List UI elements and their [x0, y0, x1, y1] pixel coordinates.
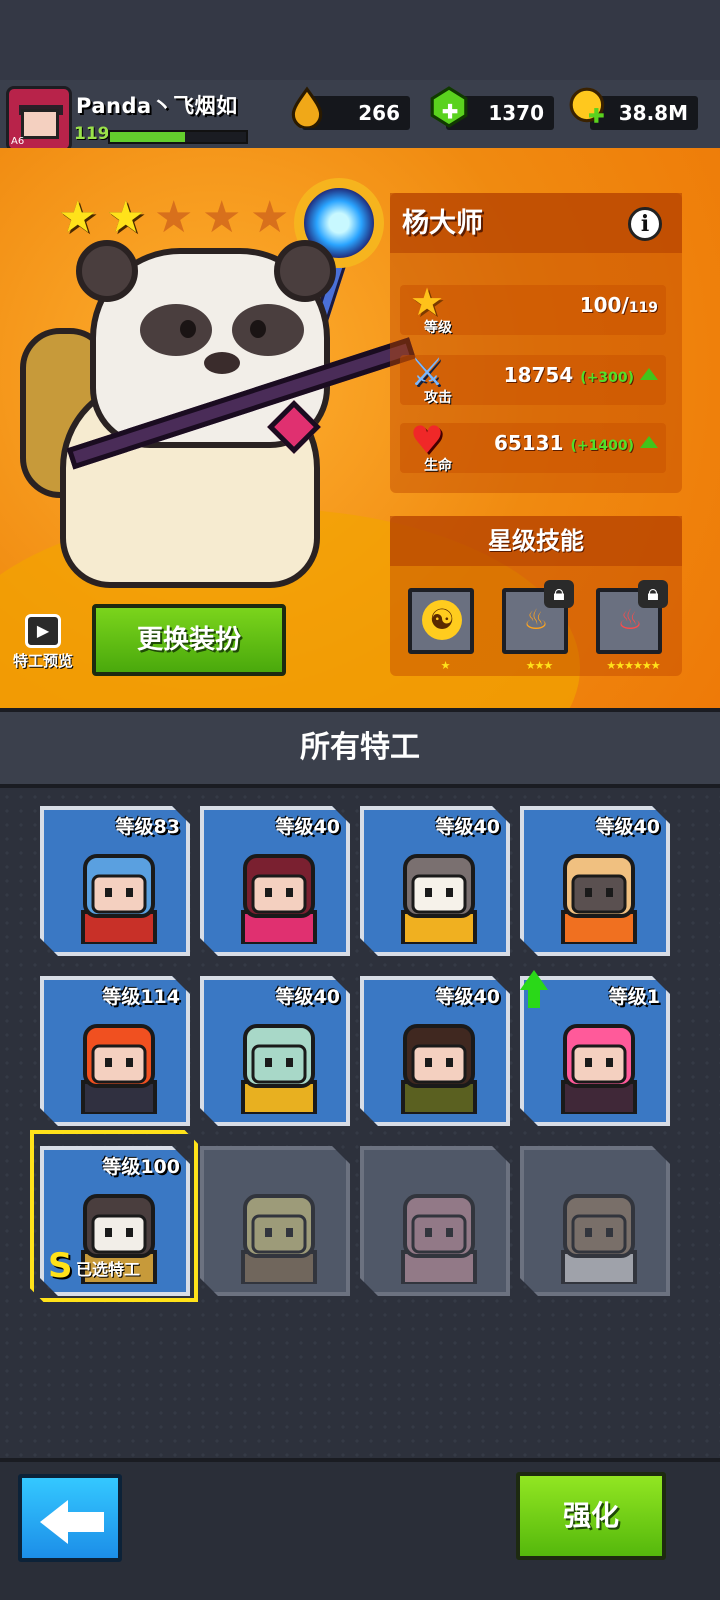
- avatar-badge: A6: [11, 136, 25, 147]
- soldier-agent-portrait: [389, 1018, 489, 1116]
- agent-level-label: 等级40: [275, 816, 340, 838]
- star-empty-icon: ★: [250, 192, 290, 243]
- agent-card[interactable]: 等级40: [360, 976, 510, 1126]
- agent-level-label: 等级114: [102, 986, 180, 1008]
- bottom-bar: 强化: [0, 1458, 720, 1600]
- sandy-agent-portrait: [549, 1188, 649, 1286]
- agent-level-label: 等级83: [115, 816, 180, 838]
- star-skills-title: 星级技能: [390, 516, 682, 566]
- skill-3-stars: ★★★★★★: [606, 659, 660, 672]
- skill-slot-1[interactable]: ☯ ★: [408, 588, 474, 672]
- stat-level: ★ 等级 100/119: [400, 280, 666, 336]
- green-gem-icon[interactable]: [428, 86, 470, 128]
- player-level: 119: [74, 124, 110, 144]
- agent-preview-button[interactable]: ▶ 特工预览: [4, 614, 82, 674]
- hp-bonus: (+1400): [570, 438, 635, 454]
- gem-value: 1370: [488, 101, 544, 125]
- robot-agent-portrait: [549, 848, 649, 946]
- cat-agent-portrait: [389, 848, 489, 946]
- skill-1-stars: ★: [440, 659, 451, 672]
- spongebob-agent-portrait: [229, 1188, 329, 1286]
- hero-info-panel: 杨大师 i ★ 等级 100/119 ⚔ 攻击 18754 (+300) ♥ 生…: [390, 193, 682, 493]
- star-empty-icon: ★: [202, 192, 242, 243]
- strengthen-button[interactable]: 强化: [516, 1472, 666, 1560]
- xp-fill: [110, 132, 185, 142]
- pink-hair-agent-portrait: [549, 1018, 649, 1116]
- hp-label: 生命: [424, 458, 452, 474]
- agent-preview-label: 特工预览: [12, 652, 73, 670]
- back-button[interactable]: [18, 1474, 122, 1562]
- upgrade-arrow-stem: [528, 988, 540, 1008]
- info-icon[interactable]: i: [628, 207, 662, 241]
- change-outfit-button[interactable]: 更换装扮: [92, 604, 286, 676]
- agent-level-label: 等级40: [275, 986, 340, 1008]
- stat-hp: ♥ 生命 65131 (+1400): [400, 418, 666, 474]
- agent-card[interactable]: 等级40: [520, 806, 670, 956]
- agent-card[interactable]: [520, 1146, 670, 1296]
- agent-level-label: 等级40: [595, 816, 660, 838]
- energy-drop-icon: [291, 86, 323, 128]
- energy-value: 266: [358, 101, 400, 125]
- patrick-agent-portrait: [389, 1188, 489, 1286]
- agent-level-label: 等级40: [435, 816, 500, 838]
- back-arrow-stem: [66, 1512, 104, 1532]
- agent-card[interactable]: 等级114: [40, 976, 190, 1126]
- star-empty-icon: ★: [154, 192, 194, 243]
- level-value: 100/: [579, 293, 629, 317]
- tv-play-icon: ▶: [25, 614, 61, 648]
- attack-bonus: (+300): [580, 370, 634, 386]
- goggles-agent-portrait: [69, 848, 169, 946]
- hp-up-arrow-icon: [640, 436, 658, 448]
- agent-card[interactable]: 等级83: [40, 806, 190, 956]
- lock-icon: 🔒︎: [544, 580, 574, 608]
- player-avatar[interactable]: A6: [6, 86, 72, 152]
- stat-attack: ⚔ 攻击 18754 (+300): [400, 350, 666, 406]
- hero-name: 杨大师: [402, 208, 483, 239]
- agent-card[interactable]: 等级40: [360, 806, 510, 956]
- agent-card[interactable]: [360, 1146, 510, 1296]
- upgrade-available-icon: [520, 970, 548, 990]
- agent-card[interactable]: [200, 1146, 350, 1296]
- skill-slot-2[interactable]: ♨ 🔒︎ ★★★: [502, 580, 574, 672]
- star-filled-icon: ★: [106, 192, 146, 243]
- xp-bar: [108, 130, 248, 144]
- agent-card[interactable]: 等级40: [200, 976, 350, 1126]
- section-title: 所有特工: [0, 708, 720, 788]
- agent-card[interactable]: 等级40: [200, 806, 350, 956]
- status-bar-area: [0, 0, 720, 80]
- yin-yang-icon: ☯: [422, 600, 462, 640]
- gold-value: 38.8M: [618, 101, 688, 125]
- back-arrow-icon: [40, 1500, 68, 1544]
- star-skills-panel: 星级技能 ☯ ★ ♨ 🔒︎ ★★★ ♨ 🔒︎ ★★★★★★: [390, 516, 682, 676]
- agent-screen: A6 Panda丶飞烟如 119 266 1370 38.8M ★★★★★★: [0, 0, 720, 1600]
- skill-2-stars: ★★★: [525, 659, 554, 672]
- hero-panel: ★★★★★★ 杨大师 i ★ 等级 100/119 ⚔: [0, 148, 720, 708]
- pink-ninja-agent-portrait: [229, 848, 329, 946]
- gold-coin-icon[interactable]: [568, 86, 610, 128]
- attack-up-arrow-icon: [640, 368, 658, 380]
- squidward-agent-portrait: [229, 1018, 329, 1116]
- attack-label: 攻击: [424, 390, 452, 406]
- agent-level-label: 等级40: [435, 986, 500, 1008]
- redhead-agent-portrait: [69, 1018, 169, 1116]
- level-max: 119: [628, 300, 658, 316]
- attack-value: 18754: [503, 363, 574, 387]
- agent-card[interactable]: 等级1: [520, 976, 670, 1126]
- selected-agent-frame: [30, 1130, 198, 1302]
- skill-slot-3[interactable]: ♨ 🔒︎ ★★★★★★: [596, 580, 668, 672]
- agent-level-label: 等级1: [608, 986, 660, 1008]
- level-label: 等级: [424, 320, 452, 336]
- player-name: Panda丶飞烟如: [76, 94, 238, 118]
- star-filled-icon: ★: [58, 192, 98, 243]
- lock-icon: 🔒︎: [638, 580, 668, 608]
- hero-name-bar: 杨大师 i: [390, 193, 682, 253]
- hp-value: 65131: [493, 431, 564, 455]
